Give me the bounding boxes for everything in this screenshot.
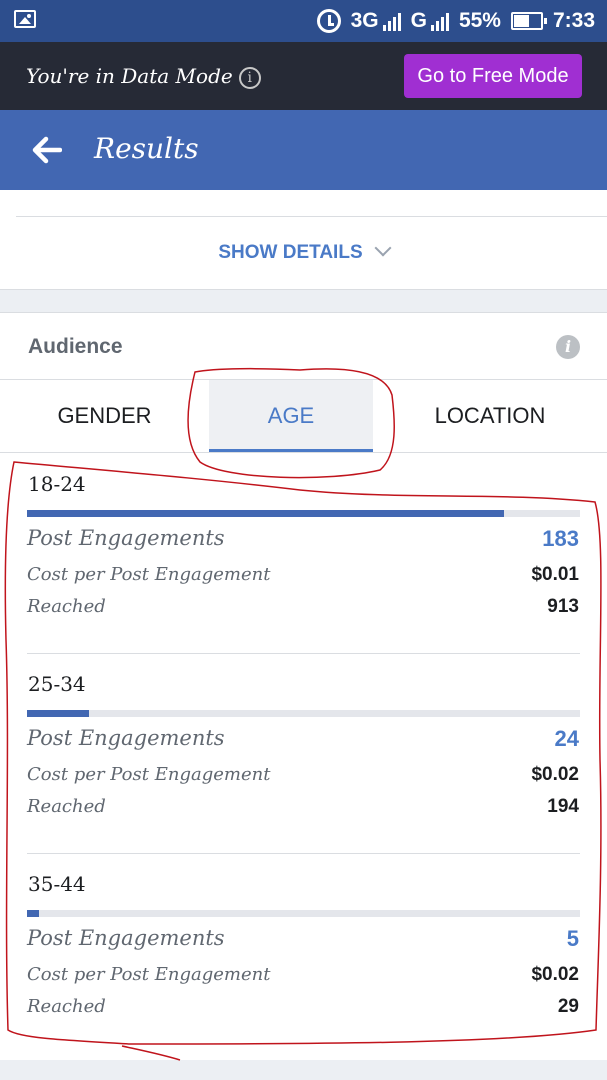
results-summary-card: SHOW DETAILS <box>0 190 607 290</box>
cost-per-engagement-label: Cost per Post Engagement <box>27 764 271 785</box>
reached-value: 194 <box>547 796 579 817</box>
network-type: 3G <box>350 9 379 32</box>
age-group-row: 18-24 Post Engagements 183 Cost per Post… <box>0 454 607 654</box>
free-mode-button[interactable]: Go to Free Mode <box>404 54 582 98</box>
reached-label: Reached <box>27 996 106 1017</box>
audience-card: Audience i GENDER AGE LOCATION 18-24 Pos… <box>0 312 607 1060</box>
cost-per-engagement-label: Cost per Post Engagement <box>27 964 271 985</box>
age-group-row: 35-44 Post Engagements 5 Cost per Post E… <box>0 854 607 1054</box>
post-engagements-label: Post Engagements <box>27 726 225 750</box>
post-engagements-label: Post Engagements <box>27 926 225 950</box>
cost-per-engagement-value: $0.01 <box>531 564 579 585</box>
engagement-bar <box>27 910 580 917</box>
age-group-row: 25-34 Post Engagements 24 Cost per Post … <box>0 654 607 854</box>
post-engagements-value: 5 <box>566 926 579 951</box>
reached-label: Reached <box>27 796 106 817</box>
divider <box>16 216 607 217</box>
chevron-down-icon <box>374 239 392 257</box>
audience-title: Audience <box>28 335 123 358</box>
tab-location[interactable]: LOCATION <box>373 380 607 452</box>
post-engagements-label: Post Engagements <box>27 526 225 550</box>
status-bar: 3G G 55% 7:33 <box>0 0 607 42</box>
audience-tabs: GENDER AGE LOCATION <box>0 379 607 453</box>
engagement-bar <box>27 710 580 717</box>
info-icon[interactable]: i <box>238 66 261 89</box>
network-type-2: G <box>410 9 427 32</box>
battery-icon <box>510 12 547 30</box>
cost-per-engagement-label: Cost per Post Engagement <box>27 564 271 585</box>
image-notification-icon <box>14 10 36 28</box>
reached-value: 29 <box>557 996 579 1017</box>
post-engagements-value: 24 <box>554 726 579 751</box>
clock: 7:33 <box>552 9 595 32</box>
alarm-icon <box>316 9 341 33</box>
tab-gender[interactable]: GENDER <box>0 380 209 452</box>
show-details-button[interactable]: SHOW DETAILS <box>0 239 607 264</box>
signal-icon <box>382 11 401 31</box>
signal-icon-2 <box>430 11 449 31</box>
status-indicators: 3G G 55% 7:33 <box>316 6 595 36</box>
page-title: Results <box>94 132 199 165</box>
info-icon[interactable]: i <box>556 335 580 359</box>
reached-label: Reached <box>27 596 106 617</box>
data-mode-bar: You're in Data Mode i Go to Free Mode <box>0 42 607 110</box>
reached-value: 913 <box>547 596 579 617</box>
age-range-label: 25-34 <box>28 672 86 696</box>
back-arrow-icon[interactable] <box>32 136 62 164</box>
engagement-bar-fill <box>27 510 505 517</box>
age-range-label: 35-44 <box>28 872 86 896</box>
data-mode-message: You're in Data Mode i <box>26 64 261 89</box>
engagement-bar-fill <box>27 910 40 917</box>
engagement-bar-fill <box>27 710 89 717</box>
show-details-label: SHOW DETAILS <box>218 242 363 263</box>
engagement-bar <box>27 510 580 517</box>
battery-percent: 55% <box>458 9 501 32</box>
tab-age[interactable]: AGE <box>209 380 373 452</box>
post-engagements-value: 183 <box>542 526 579 551</box>
cost-per-engagement-value: $0.02 <box>531 964 579 985</box>
app-header: Results <box>0 110 607 190</box>
age-range-label: 18-24 <box>28 472 86 496</box>
data-mode-label: You're in Data Mode <box>26 64 233 88</box>
cost-per-engagement-value: $0.02 <box>531 764 579 785</box>
